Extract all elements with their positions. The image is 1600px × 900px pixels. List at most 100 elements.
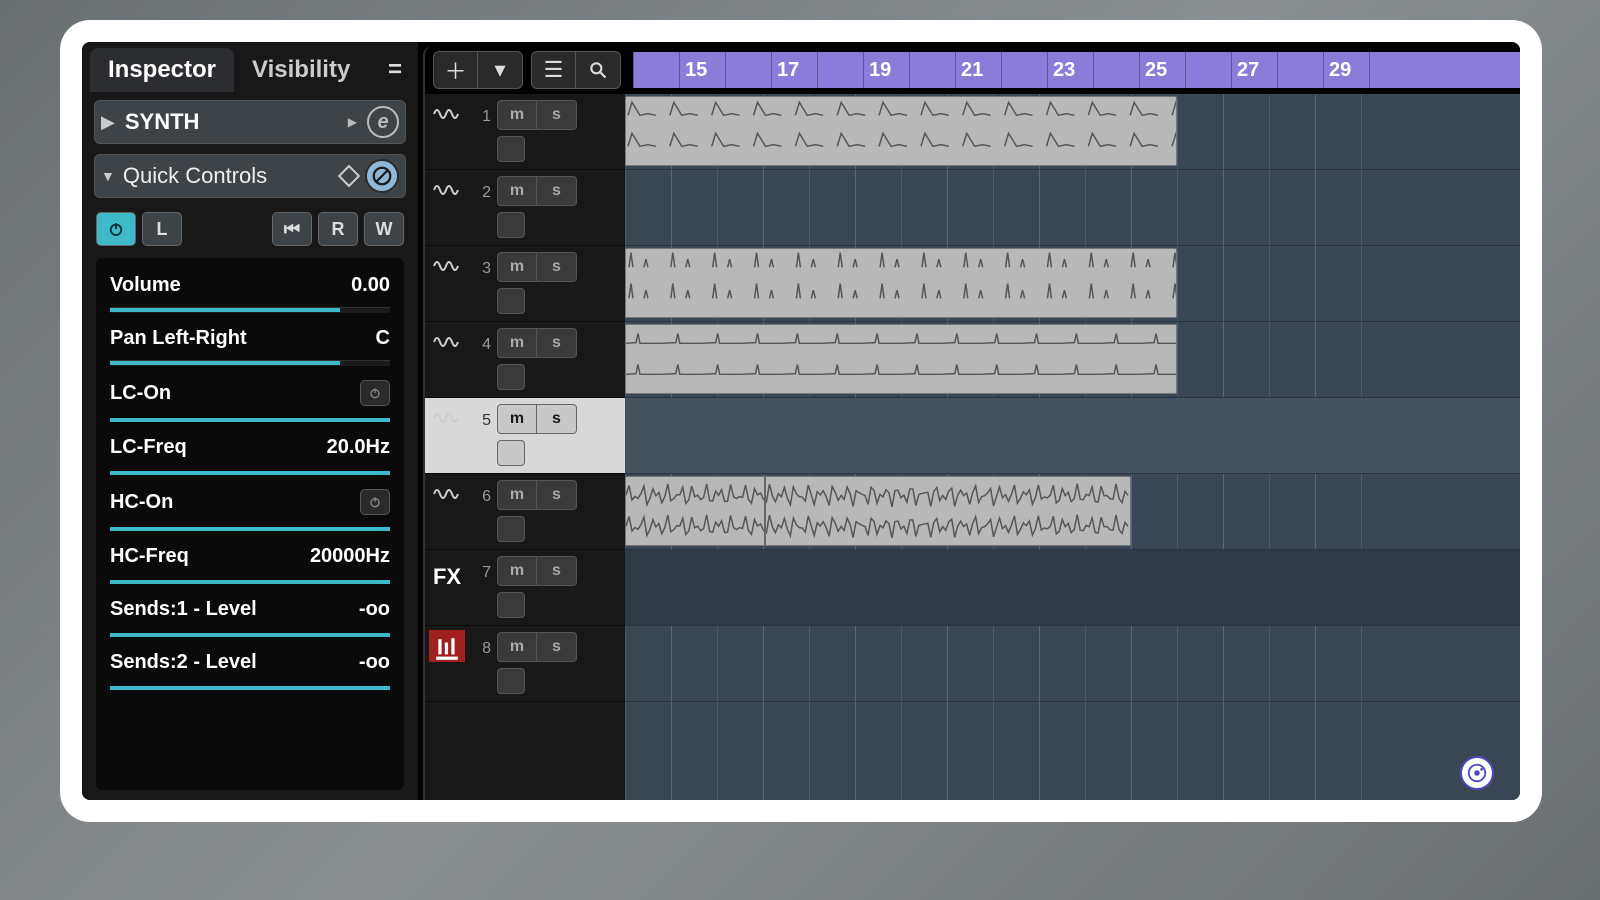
edit-instrument-button[interactable]: e <box>367 106 399 138</box>
param-value: 20000Hz <box>310 545 390 568</box>
record-enable-button[interactable] <box>497 364 525 390</box>
track-number: 1 <box>471 98 491 126</box>
track-number: 8 <box>471 630 491 658</box>
record-enable-button[interactable] <box>497 212 525 238</box>
track-number: 4 <box>471 326 491 354</box>
param-lc-on[interactable]: LC-On <box>96 370 404 426</box>
solo-button[interactable]: s <box>537 480 577 510</box>
param-volume[interactable]: Volume0.00 <box>96 264 404 317</box>
mute-button[interactable]: m <box>497 632 537 662</box>
quick-controls-header[interactable]: ▼ Quick Controls <box>94 154 406 198</box>
track-row[interactable]: 8ms <box>425 626 625 702</box>
mute-button[interactable]: m <box>497 480 537 510</box>
audio-clip[interactable] <box>625 248 1177 318</box>
param-sends-1-level[interactable]: Sends:1 - Level -oo <box>96 588 404 641</box>
ruler-mark: 21 <box>961 59 983 82</box>
param-value: 0.00 <box>351 274 390 297</box>
bypass-button[interactable] <box>365 159 399 193</box>
mute-button[interactable]: m <box>497 100 537 130</box>
track-number: 7 <box>471 554 491 582</box>
tab-inspector[interactable]: Inspector <box>90 48 234 92</box>
param-hc-freq[interactable]: HC-Freq 20000Hz <box>96 535 404 588</box>
read-button[interactable]: R <box>318 212 358 246</box>
corner-badge-icon <box>1460 756 1494 790</box>
fx-label: FX <box>433 560 461 590</box>
record-enable-button[interactable] <box>497 440 525 466</box>
track-type-icon <box>429 250 465 276</box>
record-enable-button[interactable] <box>497 592 525 618</box>
solo-button[interactable]: s <box>537 556 577 586</box>
audio-clip[interactable] <box>625 96 1177 166</box>
solo-button[interactable]: s <box>537 328 577 358</box>
track-header[interactable]: ▶ SYNTH ▶ e <box>94 100 406 144</box>
play-icon: ▶ <box>101 112 115 133</box>
mute-button[interactable]: m <box>497 556 537 586</box>
mute-button[interactable]: m <box>497 404 537 434</box>
audio-clip[interactable] <box>625 476 1131 546</box>
automation-diamond-icon[interactable] <box>338 165 361 188</box>
record-enable-button[interactable] <box>497 288 525 314</box>
ruler-mark: 27 <box>1237 59 1259 82</box>
param-label: Sends:2 - Level <box>110 651 257 674</box>
list-view-button[interactable]: ☰ <box>532 52 576 88</box>
ruler-mark: 29 <box>1329 59 1351 82</box>
arranger-grid[interactable] <box>625 94 1520 800</box>
ruler-mark: 17 <box>777 59 799 82</box>
ruler-mark: 19 <box>869 59 891 82</box>
search-button[interactable] <box>576 52 620 88</box>
track-row[interactable]: FX 7ms <box>425 550 625 626</box>
param-value: 20.0Hz <box>327 436 390 459</box>
solo-button[interactable]: s <box>537 632 577 662</box>
toggle-icon[interactable] <box>360 380 390 406</box>
add-track-button[interactable]: ＋ <box>434 52 478 88</box>
power-button[interactable] <box>96 212 136 246</box>
record-enable-button[interactable] <box>497 136 525 162</box>
track-row[interactable]: 1ms <box>425 94 625 170</box>
param-lc-freq[interactable]: LC-Freq 20.0Hz <box>96 426 404 479</box>
track-number: 5 <box>471 402 491 430</box>
toggle-icon[interactable] <box>360 489 390 515</box>
track-type-icon <box>429 326 465 352</box>
track-type-icon <box>429 478 465 504</box>
param-value: -oo <box>359 598 390 621</box>
audio-clip[interactable] <box>625 324 1177 394</box>
rewind-button[interactable]: ⏮ <box>272 212 312 246</box>
track-row[interactable]: 2ms <box>425 170 625 246</box>
param-sends-2-level[interactable]: Sends:2 - Level-oo <box>96 641 404 694</box>
track-row[interactable]: 4ms <box>425 322 625 398</box>
add-track-menu[interactable]: ▾ <box>478 52 522 88</box>
param-label: HC-On <box>110 491 173 514</box>
quick-controls-label: Quick Controls <box>123 163 267 189</box>
param-label: LC-On <box>110 382 171 405</box>
quick-controls-params: Volume0.00Pan Left-RightC LC-On LC-Freq 20.… <box>96 258 404 790</box>
record-enable-button[interactable] <box>497 668 525 694</box>
ruler-mark: 23 <box>1053 59 1075 82</box>
param-label: Sends:1 - Level <box>110 598 257 621</box>
track-list: 1ms2ms3ms4ms5ms6msFX7ms8ms <box>425 94 625 800</box>
write-button[interactable]: W <box>364 212 404 246</box>
mute-button[interactable]: m <box>497 176 537 206</box>
track-number: 2 <box>471 174 491 202</box>
track-row[interactable]: 6ms <box>425 474 625 550</box>
ruler-mark: 25 <box>1145 59 1167 82</box>
track-row[interactable]: 5ms <box>425 398 625 474</box>
tabs-menu-icon[interactable]: = <box>388 56 402 84</box>
mute-button[interactable]: m <box>497 328 537 358</box>
param-pan-left-right[interactable]: Pan Left-RightC <box>96 317 404 370</box>
param-hc-on[interactable]: HC-On <box>96 479 404 535</box>
solo-button[interactable]: s <box>537 404 577 434</box>
param-label: LC-Freq <box>110 436 187 459</box>
mute-button[interactable]: m <box>497 252 537 282</box>
arranger-panel: ＋ ▾ ☰ 1517192123252729 1ms2ms3ms4ms5ms6m… <box>423 46 1520 800</box>
learn-button[interactable]: L <box>142 212 182 246</box>
solo-button[interactable]: s <box>537 100 577 130</box>
ruler-mark: 15 <box>685 59 707 82</box>
param-label: HC-Freq <box>110 545 189 568</box>
track-row[interactable]: 3ms <box>425 246 625 322</box>
solo-button[interactable]: s <box>537 176 577 206</box>
inspector-tabs: Inspector Visibility = <box>86 42 414 92</box>
timeline-ruler[interactable]: 15 17 19 21 23 25 27 29 <box>633 52 1520 88</box>
tab-visibility[interactable]: Visibility <box>234 48 368 92</box>
solo-button[interactable]: s <box>537 252 577 282</box>
record-enable-button[interactable] <box>497 516 525 542</box>
